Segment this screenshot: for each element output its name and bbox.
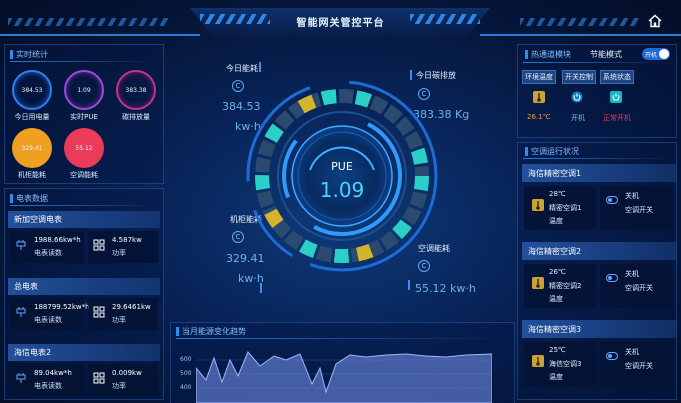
trend-tick-600: 600 [180,356,192,363]
ac-2-state: 关机 [625,270,639,278]
plug-icon [16,307,26,317]
ac-1-temp-label-2: 温度 [549,217,563,225]
ac-status-underline [523,158,671,159]
energy-mode-label: 节能模式 [590,50,622,59]
cabinet-marker [260,283,262,293]
header-line-right [480,34,681,36]
stat-ac-label: 空调能耗 [70,171,98,179]
plug-icon [16,240,26,250]
hotpath-underline [523,62,671,63]
ac-2-switch-label: 空调开关 [625,284,653,292]
thermometer-icon [532,199,544,211]
ac-3-state: 关机 [625,348,639,356]
stat-pue-label: 实时PUE [70,113,98,121]
switch-icon[interactable] [606,274,618,282]
ac-2-temp-label-1: 精密空调2 [549,282,582,290]
ac-3-switch-label: 空调开关 [625,362,653,370]
switch-icon[interactable] [606,352,618,360]
ac-1-temp: 28℃ [549,190,566,198]
stat-today-power-ring: 384.53 [12,70,52,110]
hotpath-title: 热通道模块 [525,50,571,59]
stat-today-power-label: 今日用电量 [14,113,50,121]
ac-3-header: 海信精密空调3 [522,320,676,338]
meter-3-header: 海信电表2 [8,344,160,361]
system-status-value: 正常开机 [603,114,631,122]
pue-gauge [246,80,438,272]
energy-mode-toggle-text: 开机 [645,52,658,59]
switch-control-button[interactable]: 开关控制 [562,70,596,84]
ac-energy-value: 55.12 kw·h [415,282,476,295]
page-title: 智能网关管控平台 [296,18,385,29]
trend-chart [196,351,492,403]
energy-mode-toggle[interactable]: 开机 [642,48,670,60]
power-icon[interactable] [571,91,583,103]
stat-carbon-label: 碳排放量 [122,113,150,121]
grid-icon [93,372,105,384]
switch-status-value: 开机 [571,114,585,122]
meter-3-power: 0.009kw [112,369,142,377]
trend-title: 当月能源变化趋势 [176,327,246,336]
realtime-underline [10,61,158,62]
grid-icon [93,306,105,318]
stat-pue-ring: 1.09 [64,70,104,110]
ac-2-temp-label-2: 温度 [549,295,563,303]
grid-icon [93,239,105,251]
plug-icon [16,373,26,383]
meter-2-reading: 188799.52kw*h [34,303,90,311]
ac-3-temp-label-1: 海信空调3 [549,360,582,368]
meters-title: 电表数据 [10,194,48,203]
meter-3-power-label: 功率 [112,382,126,390]
today-energy-marker [259,62,261,72]
env-temp-value: 26.1℃ [527,113,551,121]
switch-icon[interactable] [606,196,618,204]
ac-2-header: 海信精密空调2 [522,242,676,260]
thermometer-icon [532,355,544,367]
ac-status-title: 空调运行状况 [525,147,579,156]
today-energy-label: 今日能耗 [226,64,258,73]
meter-2-reading-label: 电表读数 [34,316,62,324]
meter-2-header: 总电表 [8,278,160,295]
thermometer-icon [533,91,545,103]
ac-energy-marker [408,280,410,290]
leaf-icon: C [232,231,244,243]
trend-tick-400: 400 [180,384,192,391]
realtime-title: 实时统计 [10,50,48,59]
ac-3-temp-label-2: 温度 [549,373,563,381]
power-icon [610,91,622,103]
meter-1-reading: 1988.66kw*h [34,236,81,244]
meter-1-reading-label: 电表读数 [34,249,62,257]
leaf-icon: C [232,80,244,92]
home-icon[interactable] [648,14,662,28]
stat-ac-ring: 55.12 [64,128,104,168]
meters-underline [10,205,158,206]
meter-3-reading-label: 电表读数 [34,382,62,390]
ac-1-header: 海信精密空调1 [522,164,676,182]
stat-carbon-ring: 383.38 [116,70,156,110]
pue-value: 1.09 [319,178,365,202]
toggle-knob [659,49,669,59]
env-temp-button[interactable]: 环境温度 [522,70,556,84]
system-status-button[interactable]: 系统状态 [600,70,634,84]
stat-cabinet-ring: 329.41 [12,128,52,168]
ac-3-temp: 25℃ [549,346,566,354]
pue-label: PUE [331,160,353,173]
meter-2-power: 29.6461kw [112,303,151,311]
header-line-left [0,34,200,36]
meter-1-power: 4.587kw [112,236,142,244]
meter-2-power-label: 功率 [112,316,126,324]
trend-tick-500: 500 [180,370,192,377]
meter-1-power-label: 功率 [112,249,126,257]
stat-cabinet-label: 机柜能耗 [18,171,46,179]
ac-1-state: 关机 [625,192,639,200]
ac-2-temp: 26℃ [549,268,566,276]
meter-1-header: 新加空调电表 [8,211,160,228]
thermometer-icon [532,277,544,289]
trend-underline [176,338,506,339]
ac-1-switch-label: 空调开关 [625,206,653,214]
meter-3-reading: 89.04kw*h [34,369,72,377]
ac-1-temp-label-1: 精密空调1 [549,204,582,212]
